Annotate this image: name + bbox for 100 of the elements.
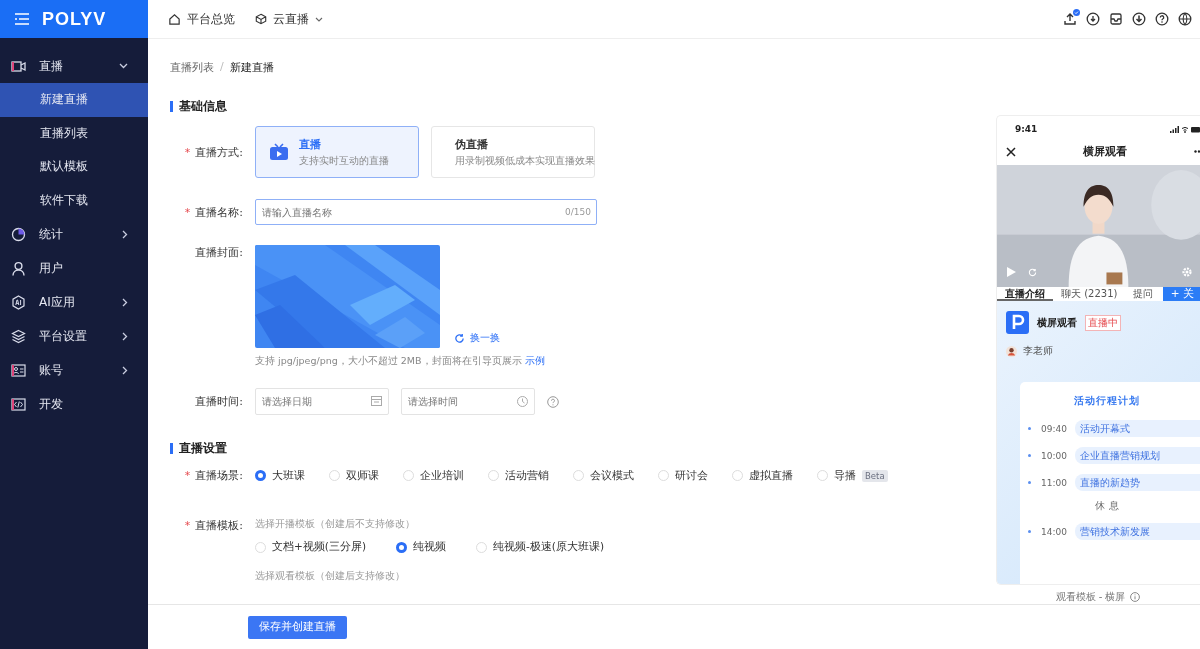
info-icon[interactable] bbox=[1130, 592, 1141, 602]
sidebar-item[interactable]: 统计 bbox=[0, 217, 148, 251]
chevron-right-icon bbox=[122, 365, 128, 375]
settings-icon[interactable] bbox=[1182, 267, 1192, 278]
option-label: 纯视频-极速(原大班课) bbox=[493, 540, 604, 554]
logo-icon bbox=[1006, 311, 1029, 335]
schedule-time: 10:00 bbox=[1041, 450, 1068, 461]
upload-icon[interactable] bbox=[1063, 12, 1077, 26]
schedule-time: 09:40 bbox=[1041, 423, 1068, 434]
option-label: 活动营销 bbox=[505, 468, 549, 483]
required-mark: * bbox=[184, 146, 191, 159]
break-label: 休 息 bbox=[1094, 499, 1120, 514]
option-label: 企业培训 bbox=[420, 468, 464, 483]
option-label: 文档+视频(三分屏) bbox=[272, 540, 366, 554]
live-status-tag: 直播中 bbox=[1085, 314, 1121, 331]
sidebar-item[interactable]: 开发 bbox=[0, 387, 148, 421]
more-icon[interactable] bbox=[1194, 150, 1200, 153]
option-label: 会议模式 bbox=[590, 468, 634, 483]
user-icon bbox=[11, 260, 26, 276]
sidebar-item[interactable]: 账号 bbox=[0, 353, 148, 387]
status-icons-drawing bbox=[1170, 125, 1200, 133]
layers-icon bbox=[11, 328, 26, 344]
follow-button[interactable]: + 关 bbox=[1162, 287, 1200, 302]
breadcrumb-link[interactable]: 直播列表 bbox=[170, 60, 214, 75]
tv-icon bbox=[269, 143, 289, 161]
home-icon bbox=[168, 12, 181, 26]
sidebar-item[interactable]: 直播 bbox=[0, 49, 148, 83]
option-label: 研讨会 bbox=[675, 468, 708, 483]
required-mark: * bbox=[184, 205, 191, 219]
chevron-right-icon bbox=[122, 297, 128, 307]
calendar-icon bbox=[371, 396, 382, 406]
status-time: 9:41 bbox=[1015, 124, 1038, 134]
option-label: 双师课 bbox=[346, 468, 379, 483]
section-title: 基础信息 bbox=[170, 101, 996, 112]
download-circle-icon[interactable] bbox=[1132, 12, 1146, 26]
code-icon bbox=[11, 397, 26, 411]
template-note: 选择开播模板（创建后不支持修改） bbox=[255, 518, 416, 531]
chevron-right-icon bbox=[122, 331, 128, 341]
sidebar-subitem[interactable]: 软件下载 bbox=[0, 183, 148, 217]
download-icon[interactable] bbox=[1086, 12, 1100, 26]
play-icon[interactable] bbox=[1007, 267, 1016, 278]
required-mark: * bbox=[184, 469, 191, 482]
chevron-down-icon bbox=[315, 16, 323, 22]
check-badge-icon bbox=[1073, 9, 1080, 16]
field-label: 直播封面: bbox=[195, 246, 243, 259]
field-label: 直播方式: bbox=[195, 146, 243, 159]
schedule-time: 11:00 bbox=[1041, 477, 1068, 488]
chevron-down-icon bbox=[119, 63, 128, 69]
schedule-item: 企业直播营销规划 bbox=[1075, 447, 1200, 465]
required-mark: * bbox=[184, 519, 191, 532]
field-label: 直播名称: bbox=[195, 205, 243, 219]
refresh-link[interactable]: 换一换 bbox=[454, 331, 500, 348]
schedule-item: 营销技术新发展 bbox=[1075, 523, 1200, 541]
video-icon bbox=[11, 59, 26, 73]
sidebar-subitem[interactable]: 默认模板 bbox=[0, 150, 148, 184]
beta-tag: Beta bbox=[862, 469, 888, 482]
globe-icon[interactable] bbox=[1178, 12, 1192, 26]
sidebar-item[interactable]: 平台设置 bbox=[0, 319, 148, 353]
menu-icon[interactable] bbox=[15, 13, 29, 25]
radio-button[interactable] bbox=[255, 470, 266, 481]
time-picker[interactable]: 请选择时间 bbox=[401, 388, 535, 415]
replay-icon[interactable] bbox=[1028, 268, 1037, 278]
preview-caption: 观看模板 - 横屏 bbox=[1055, 590, 1126, 604]
preview-tab[interactable]: 直播介绍 bbox=[997, 287, 1053, 302]
mode-option[interactable]: 直播 支持实时互动的直播 bbox=[255, 126, 419, 178]
radio-button[interactable] bbox=[396, 541, 407, 553]
pie-chart-icon bbox=[11, 226, 26, 242]
timeline-dot bbox=[1028, 454, 1031, 458]
character-counter: 0/150 bbox=[565, 207, 591, 217]
example-link[interactable]: 示例 bbox=[524, 355, 545, 366]
sidebar-subitem[interactable]: 直播列表 bbox=[0, 116, 148, 150]
option-label: 虚拟直播 bbox=[749, 468, 793, 483]
help-icon[interactable] bbox=[1155, 12, 1169, 26]
option-label: 纯视频 bbox=[413, 540, 446, 554]
clock-icon bbox=[517, 396, 528, 407]
upload-hint: 支持 jpg/jpeg/png，大小不超过 2MB，封面将在引导页展示 示例 bbox=[255, 355, 545, 368]
mode-option[interactable]: 伪直播 用录制视频低成本实现直播效果 bbox=[431, 126, 595, 178]
sidebar-subitem[interactable]: 新建直播 bbox=[0, 83, 148, 117]
option-label: 导播 bbox=[834, 468, 856, 483]
timeline-dot bbox=[1028, 530, 1031, 534]
avatar-icon bbox=[1006, 345, 1017, 357]
ai-icon bbox=[11, 294, 26, 310]
date-picker[interactable]: 请选择日期 bbox=[255, 388, 389, 415]
inbox-icon[interactable] bbox=[1109, 12, 1123, 26]
template-note: 选择观看模板（创建后支持修改） bbox=[255, 570, 406, 583]
schedule-item: 直播的新趋势 bbox=[1075, 474, 1200, 492]
refresh-icon bbox=[454, 332, 465, 344]
timeline-dot bbox=[1028, 427, 1031, 431]
timeline-dot bbox=[1028, 481, 1031, 485]
breadcrumb-link[interactable]: 新建直播 bbox=[229, 60, 274, 75]
save-button[interactable]: 保存并创建直播 bbox=[248, 615, 347, 639]
id-card-icon bbox=[11, 363, 26, 377]
sidebar-item[interactable]: AI应用 bbox=[0, 285, 148, 319]
top-nav-link[interactable]: 云直播 bbox=[255, 10, 323, 28]
field-label: 直播模板: bbox=[195, 519, 243, 532]
channel-name: 横屏观看 bbox=[1037, 315, 1077, 330]
sidebar-item[interactable]: 用户 bbox=[0, 251, 148, 285]
close-icon[interactable] bbox=[1006, 146, 1016, 157]
top-nav-link[interactable]: 平台总览 bbox=[168, 10, 235, 28]
host-name: 李老师 bbox=[1023, 344, 1053, 359]
